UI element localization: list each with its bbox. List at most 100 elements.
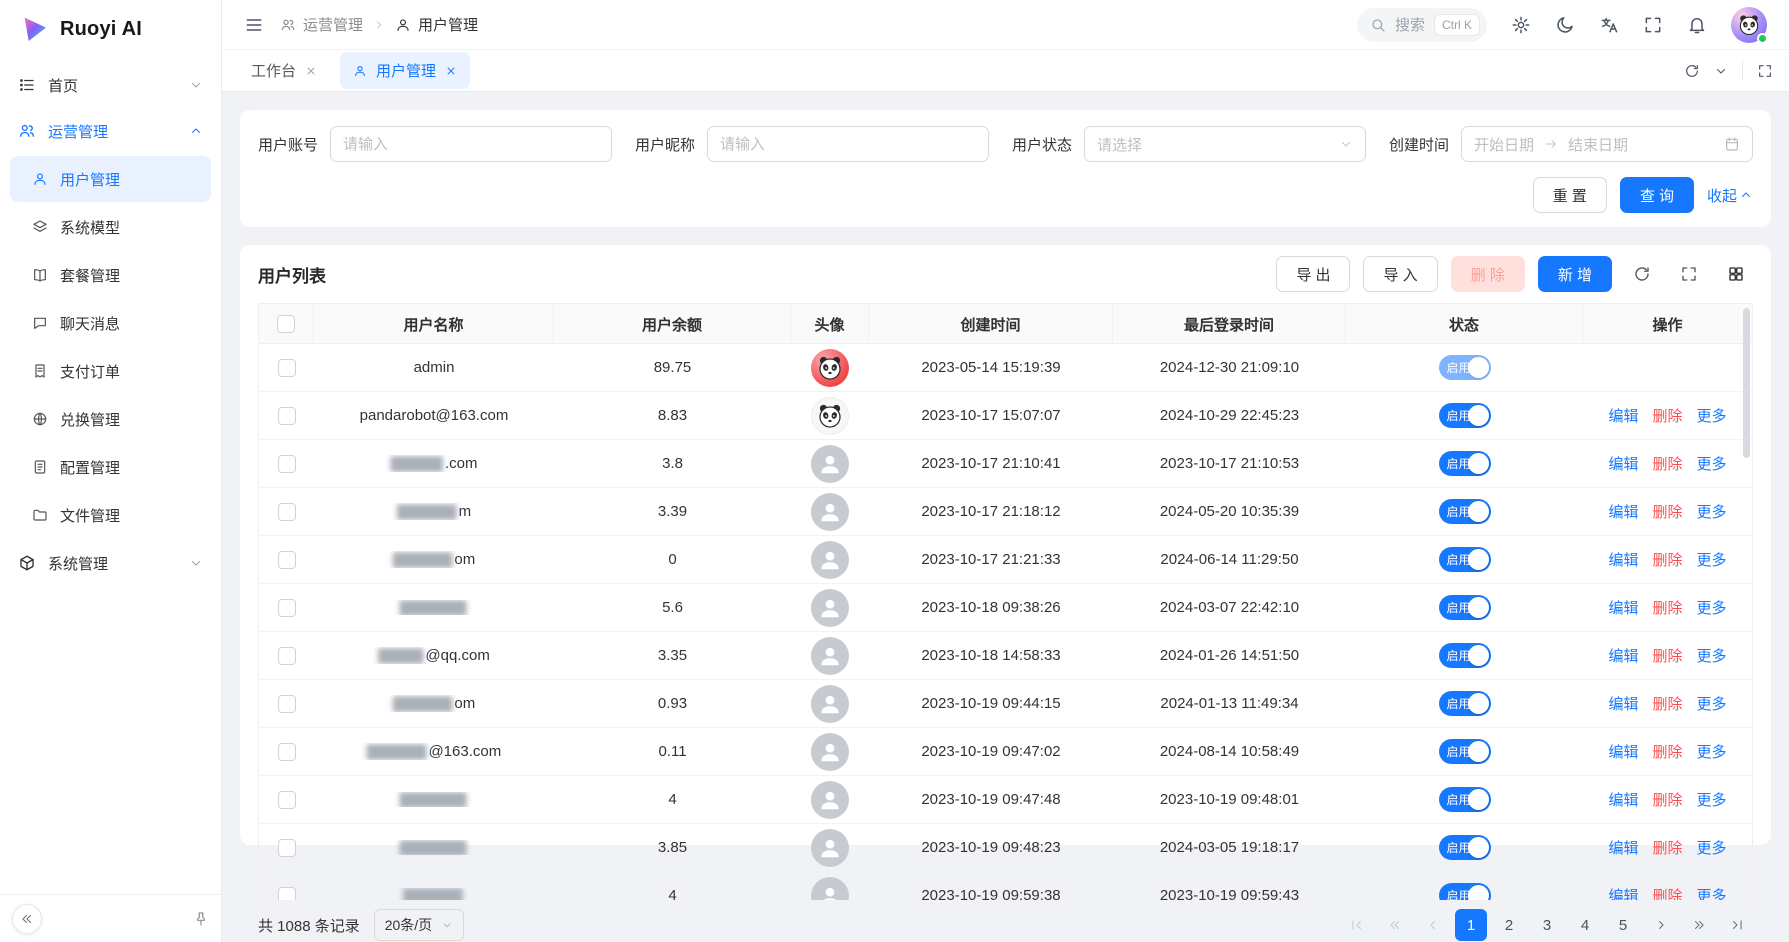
tab-options-button[interactable] <box>1714 64 1728 78</box>
edit-link[interactable]: 编辑 <box>1608 405 1638 426</box>
edit-link[interactable]: 编辑 <box>1608 597 1638 618</box>
user-avatar-menu[interactable] <box>1731 7 1767 43</box>
row-checkbox[interactable] <box>278 647 296 665</box>
edit-link[interactable]: 编辑 <box>1608 501 1638 522</box>
refresh-table-button[interactable] <box>1625 257 1659 291</box>
row-checkbox[interactable] <box>278 551 296 569</box>
add-button[interactable]: 新 增 <box>1538 256 1612 292</box>
fast-prev-button[interactable] <box>1379 909 1411 941</box>
maximize-content-button[interactable] <box>1757 63 1773 79</box>
row-checkbox[interactable] <box>278 503 296 521</box>
delete-link[interactable]: 删除 <box>1652 789 1682 810</box>
page-size-select[interactable]: 20条/页 <box>374 909 464 941</box>
row-checkbox[interactable] <box>278 407 296 425</box>
last-page-button[interactable] <box>1721 909 1753 941</box>
prev-page-button[interactable] <box>1417 909 1449 941</box>
sidebar-item-operations[interactable]: 运营管理 <box>0 108 221 154</box>
delete-link[interactable]: 删除 <box>1652 741 1682 762</box>
edit-link[interactable]: 编辑 <box>1608 837 1638 858</box>
tab-user-management[interactable]: 用户管理 <box>340 52 470 89</box>
page-button-5[interactable]: 5 <box>1607 909 1639 941</box>
delete-link[interactable]: 删除 <box>1652 837 1682 858</box>
more-link[interactable]: 更多 <box>1697 453 1727 474</box>
table-scrollbar[interactable] <box>1743 308 1750 458</box>
select-all-checkbox[interactable] <box>277 315 295 333</box>
page-button-4[interactable]: 4 <box>1569 909 1601 941</box>
language-button[interactable] <box>1599 15 1619 35</box>
table-fullscreen-button[interactable] <box>1672 257 1706 291</box>
fullscreen-button[interactable] <box>1643 15 1663 35</box>
status-toggle[interactable]: 启用 <box>1439 403 1491 428</box>
delete-link[interactable]: 删除 <box>1652 453 1682 474</box>
sidebar-item-folder[interactable]: 文件管理 <box>10 492 211 538</box>
delete-link[interactable]: 删除 <box>1652 549 1682 570</box>
refresh-tab-button[interactable] <box>1684 63 1700 79</box>
sidebar-item-home[interactable]: 首页 <box>0 62 221 108</box>
delete-link[interactable]: 删除 <box>1652 693 1682 714</box>
status-toggle[interactable]: 启用 <box>1439 835 1491 860</box>
more-link[interactable]: 更多 <box>1697 549 1727 570</box>
nickname-input[interactable] <box>707 126 989 162</box>
row-checkbox[interactable] <box>278 743 296 761</box>
edit-link[interactable]: 编辑 <box>1608 549 1638 570</box>
notifications-button[interactable] <box>1687 15 1707 35</box>
sidebar-item-receipt[interactable]: 支付订单 <box>10 348 211 394</box>
next-page-button[interactable] <box>1645 909 1677 941</box>
delete-link[interactable]: 删除 <box>1652 885 1682 900</box>
status-toggle[interactable]: 启用 <box>1439 787 1491 812</box>
row-checkbox[interactable] <box>278 791 296 809</box>
delete-link[interactable]: 删除 <box>1652 597 1682 618</box>
more-link[interactable]: 更多 <box>1697 501 1727 522</box>
settings-button[interactable] <box>1511 15 1531 35</box>
breadcrumb-operations[interactable]: 运营管理 <box>280 14 363 35</box>
toggle-sidebar-button[interactable] <box>244 15 264 35</box>
more-link[interactable]: 更多 <box>1697 837 1727 858</box>
row-checkbox[interactable] <box>278 599 296 617</box>
search-button[interactable]: 查 询 <box>1620 177 1694 213</box>
row-checkbox[interactable] <box>278 839 296 857</box>
edit-link[interactable]: 编辑 <box>1608 885 1638 900</box>
delete-button[interactable]: 删 除 <box>1451 256 1525 292</box>
sidebar-collapse-button[interactable] <box>12 904 42 934</box>
collapse-filters-link[interactable]: 收起 <box>1707 185 1753 206</box>
sidebar-item-chat[interactable]: 聊天消息 <box>10 300 211 346</box>
column-settings-button[interactable] <box>1719 257 1753 291</box>
edit-link[interactable]: 编辑 <box>1608 741 1638 762</box>
row-checkbox[interactable] <box>278 359 296 377</box>
edit-link[interactable]: 编辑 <box>1608 693 1638 714</box>
status-toggle[interactable]: 启用 <box>1439 547 1491 572</box>
page-button-2[interactable]: 2 <box>1493 909 1525 941</box>
status-select[interactable]: 请选择 <box>1084 126 1366 162</box>
delete-link[interactable]: 删除 <box>1652 501 1682 522</box>
delete-link[interactable]: 删除 <box>1652 405 1682 426</box>
edit-link[interactable]: 编辑 <box>1608 453 1638 474</box>
row-checkbox[interactable] <box>278 887 296 901</box>
page-button-1[interactable]: 1 <box>1455 909 1487 941</box>
tab-workbench[interactable]: 工作台 <box>238 52 330 89</box>
account-input[interactable] <box>330 126 612 162</box>
sidebar-item-user[interactable]: 用户管理 <box>10 156 211 202</box>
breadcrumb-user-management[interactable]: 用户管理 <box>395 14 478 35</box>
date-range-picker[interactable]: 开始日期 结束日期 <box>1461 126 1753 162</box>
export-button[interactable]: 导 出 <box>1276 256 1350 292</box>
row-checkbox[interactable] <box>278 455 296 473</box>
more-link[interactable]: 更多 <box>1697 741 1727 762</box>
first-page-button[interactable] <box>1341 909 1373 941</box>
more-link[interactable]: 更多 <box>1697 645 1727 666</box>
more-link[interactable]: 更多 <box>1697 693 1727 714</box>
sidebar-item-system[interactable]: 系统管理 <box>0 540 221 586</box>
sidebar-item-model[interactable]: 系统模型 <box>10 204 211 250</box>
status-toggle[interactable]: 启用 <box>1439 883 1491 900</box>
page-button-3[interactable]: 3 <box>1531 909 1563 941</box>
close-icon[interactable] <box>445 65 457 77</box>
import-button[interactable]: 导 入 <box>1363 256 1437 292</box>
more-link[interactable]: 更多 <box>1697 789 1727 810</box>
sidebar-item-book[interactable]: 套餐管理 <box>10 252 211 298</box>
delete-link[interactable]: 删除 <box>1652 645 1682 666</box>
status-toggle[interactable]: 启用 <box>1439 451 1491 476</box>
status-toggle[interactable]: 启用 <box>1439 499 1491 524</box>
status-toggle[interactable]: 启用 <box>1439 355 1491 380</box>
more-link[interactable]: 更多 <box>1697 597 1727 618</box>
more-link[interactable]: 更多 <box>1697 885 1727 900</box>
dark-mode-button[interactable] <box>1555 15 1575 35</box>
